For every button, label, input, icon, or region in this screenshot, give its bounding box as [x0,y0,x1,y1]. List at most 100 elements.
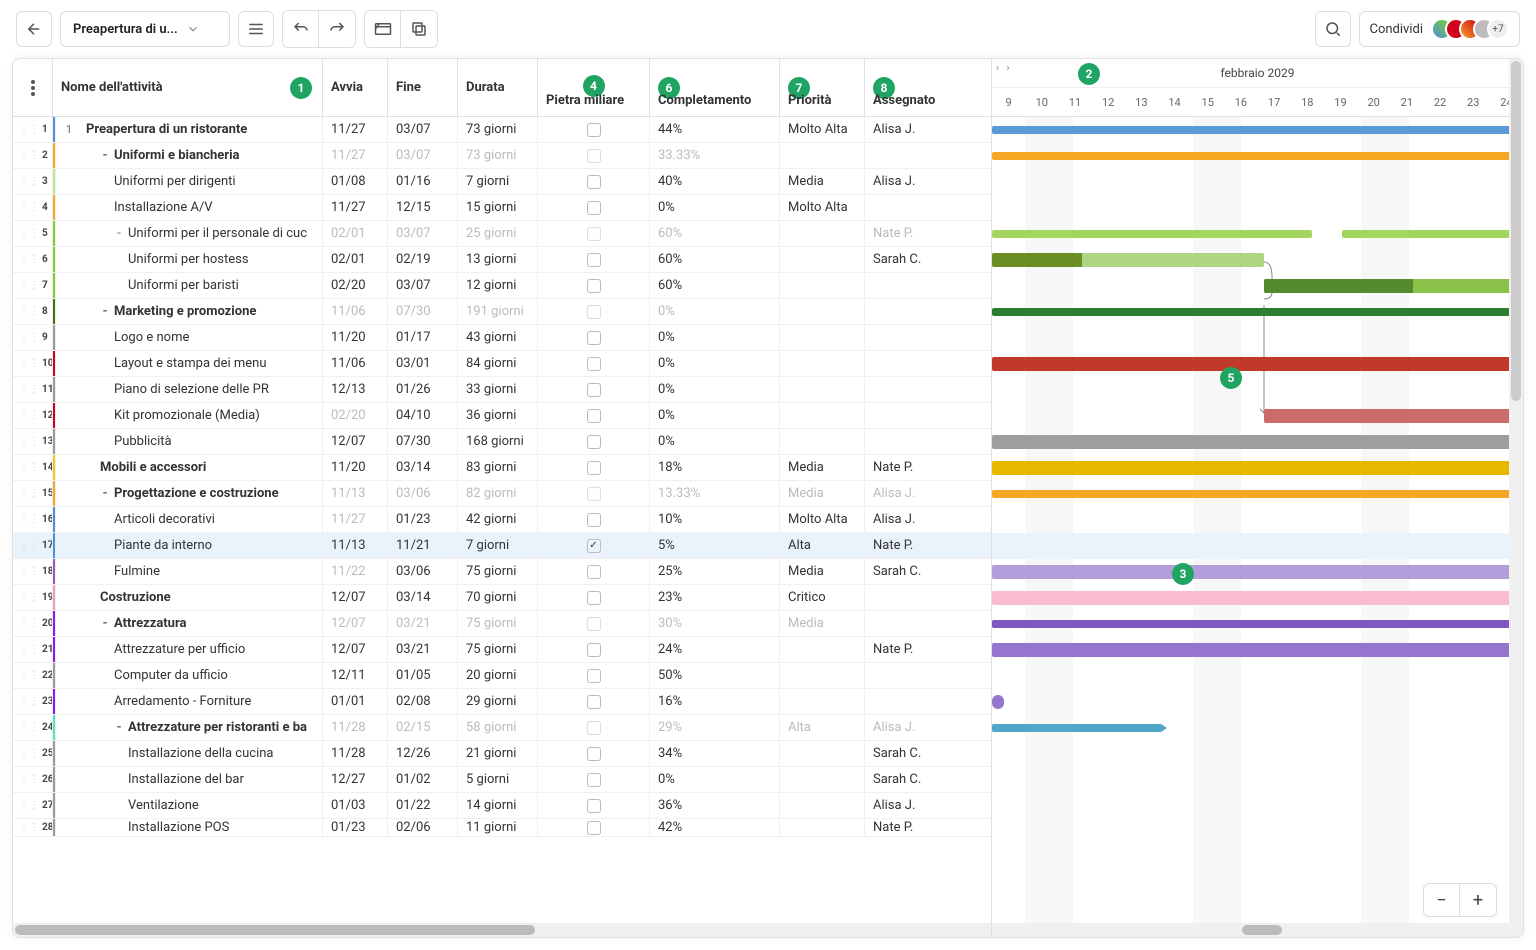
task-name[interactable]: -Progettazione e costruzione [80,481,322,506]
task-name-cell[interactable]: Arredamento - Forniture [53,689,323,714]
milestone-checkbox[interactable] [587,253,601,267]
row-comment[interactable] [56,377,80,402]
back-button[interactable] [16,11,52,47]
task-end[interactable]: 03/06 [388,559,458,584]
milestone-checkbox[interactable] [587,487,601,501]
task-duration[interactable]: 42 giorni [458,507,538,532]
row-comment[interactable] [56,559,80,584]
gantt-row[interactable] [992,195,1523,221]
task-duration[interactable]: 168 giorni [458,429,538,454]
task-milestone[interactable] [538,325,650,350]
task-row[interactable]: ⋮⋮16Articoli decorativi11/2701/2342 gior… [13,507,991,533]
redo-button[interactable] [319,11,355,47]
gantt-bar[interactable] [992,357,1512,371]
task-start[interactable]: 11/28 [323,741,388,766]
task-milestone[interactable] [538,663,650,688]
task-row[interactable]: ⋮⋮12Kit promozionale (Media)02/2004/1036… [13,403,991,429]
task-completion[interactable]: 16% [650,689,780,714]
task-duration[interactable]: 43 giorni [458,325,538,350]
task-milestone[interactable] [538,741,650,766]
task-milestone[interactable] [538,793,650,818]
row-handle[interactable]: ⋮⋮19 [13,585,53,610]
header-priority[interactable]: 7 Priorità [780,59,865,116]
task-name-cell[interactable]: Costruzione [53,585,323,610]
task-name-cell[interactable]: Computer da ufficio [53,663,323,688]
gantt-bar[interactable] [1342,230,1512,238]
task-completion[interactable]: 10% [650,507,780,532]
task-start[interactable]: 12/07 [323,585,388,610]
gantt-row[interactable] [992,377,1523,403]
task-completion[interactable]: 23% [650,585,780,610]
row-handle[interactable]: ⋮⋮2 [13,143,53,168]
row-handle[interactable]: ⋮⋮17 [13,533,53,558]
task-end[interactable]: 01/17 [388,325,458,350]
row-comment[interactable] [56,169,80,194]
row-comment[interactable] [56,351,80,376]
task-completion[interactable]: 5% [650,533,780,558]
gantt-bar[interactable] [1264,409,1512,423]
task-name[interactable]: Pubblicità [80,429,322,454]
task-milestone[interactable] [538,715,650,740]
task-milestone[interactable] [538,377,650,402]
task-assigned[interactable] [865,351,955,376]
header-menu[interactable] [13,59,53,116]
task-assigned[interactable]: Nate P. [865,637,955,662]
task-start[interactable]: 11/22 [323,559,388,584]
gantt-vscroll[interactable] [1509,59,1523,923]
task-name-cell[interactable]: Piano di selezione delle PR [53,377,323,402]
task-duration[interactable]: 5 giorni [458,767,538,792]
task-name[interactable]: Computer da ufficio [80,663,322,688]
task-row[interactable]: ⋮⋮19Costruzione12/0703/1470 giorni23%Cri… [13,585,991,611]
task-duration[interactable]: 29 giorni [458,689,538,714]
task-name-cell[interactable]: Installazione A/V [53,195,323,220]
task-name[interactable]: Ventilazione [80,793,322,818]
task-completion[interactable]: 40% [650,169,780,194]
row-comment[interactable] [56,637,80,662]
task-end[interactable]: 12/26 [388,741,458,766]
task-name-cell[interactable]: -Attrezzature per ristoranti e ba [53,715,323,740]
task-end[interactable]: 02/15 [388,715,458,740]
task-end[interactable]: 01/23 [388,507,458,532]
task-start[interactable]: 11/27 [323,195,388,220]
task-duration[interactable]: 75 giorni [458,559,538,584]
task-end[interactable]: 07/30 [388,299,458,324]
row-comment[interactable] [56,663,80,688]
task-priority[interactable]: Critico [780,585,865,610]
task-end[interactable]: 12/15 [388,195,458,220]
gantt-nav[interactable]: ‹ › [996,63,1009,74]
task-duration[interactable]: 75 giorni [458,611,538,636]
task-completion[interactable]: 0% [650,767,780,792]
task-duration[interactable]: 58 giorni [458,715,538,740]
task-priority[interactable] [780,221,865,246]
row-handle[interactable]: ⋮⋮6 [13,247,53,272]
task-name-cell[interactable]: Pubblicità [53,429,323,454]
task-name-cell[interactable]: Attrezzature per ufficio [53,637,323,662]
task-duration[interactable]: 11 giorni [458,819,538,836]
row-handle[interactable]: ⋮⋮26 [13,767,53,792]
task-milestone[interactable] [538,767,650,792]
task-assigned[interactable] [865,273,955,298]
task-priority[interactable] [780,403,865,428]
gantt-bar[interactable] [992,461,1512,475]
task-assigned[interactable]: Nate P. [865,533,955,558]
header-milestone[interactable]: 4 Pietra miliare [538,59,650,116]
task-completion[interactable]: 60% [650,221,780,246]
task-completion[interactable]: 33.33% [650,143,780,168]
task-name[interactable]: Installazione del bar [80,767,322,792]
task-name-cell[interactable]: Installazione della cucina [53,741,323,766]
task-name-cell[interactable]: -Uniformi per il personale di cuc [53,221,323,246]
task-name-cell[interactable]: -Progettazione e costruzione [53,481,323,506]
row-comment[interactable] [56,429,80,454]
header-name[interactable]: Nome dell'attività 1 [53,59,323,116]
row-handle[interactable]: ⋮⋮9 [13,325,53,350]
gantt-row[interactable] [992,689,1523,715]
task-duration[interactable]: 191 giorni [458,299,538,324]
row-comment[interactable] [56,481,80,506]
row-handle[interactable]: ⋮⋮15 [13,481,53,506]
task-assigned[interactable] [865,429,955,454]
gantt-row[interactable] [992,741,1523,767]
task-end[interactable]: 03/14 [388,455,458,480]
task-duration[interactable]: 84 giorni [458,351,538,376]
task-start[interactable]: 01/08 [323,169,388,194]
row-handle[interactable]: ⋮⋮8 [13,299,53,324]
